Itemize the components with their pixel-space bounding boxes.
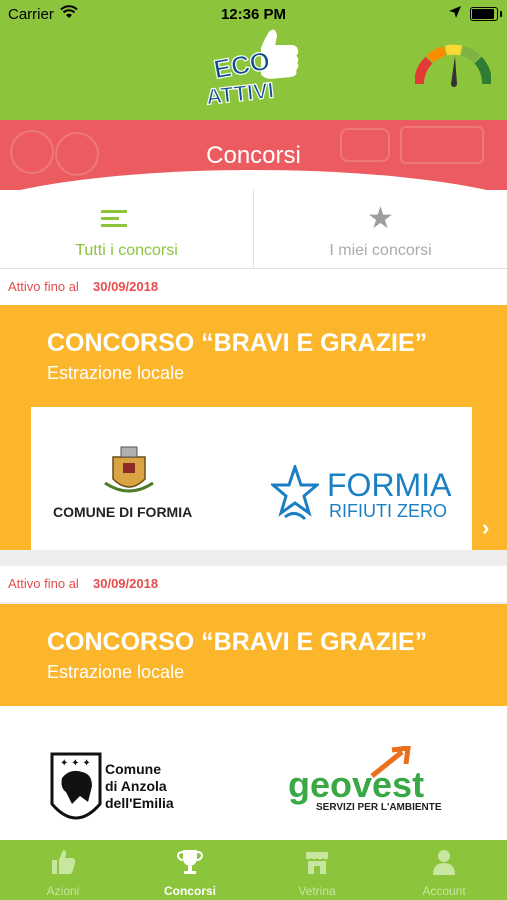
- contest-sponsor-logos: ✦ ✦ ✦ Comune di Anzola dell'Emilia geove…: [0, 706, 507, 840]
- contest-card[interactable]: CONCORSO “BRAVI E GRAZIE” Estrazione loc…: [0, 305, 507, 550]
- sponsor-right-name: FORMIA: [327, 467, 452, 503]
- nav-label-account: Account: [422, 884, 466, 898]
- contest-subtitle: Estrazione locale: [47, 363, 185, 383]
- sponsor-left-line2: di Anzola: [105, 778, 167, 794]
- nav-item-concorsi[interactable]: Concorsi: [127, 840, 253, 900]
- thumbs-up-icon: [52, 850, 76, 874]
- shop-icon: [306, 852, 328, 874]
- nav-label-azioni: Azioni: [46, 884, 80, 898]
- sponsor-right-tagline: SERVIZI PER L'AMBIENTE: [316, 802, 442, 813]
- bottom-nav: Azioni Concorsi Vetrina Account: [0, 840, 507, 900]
- location-arrow-icon: [449, 6, 461, 18]
- formia-coat-of-arms-icon: [104, 446, 154, 493]
- tab-all-contests[interactable]: Tutti i concorsi: [0, 190, 254, 268]
- nav-label-vetrina: Vetrina: [298, 884, 336, 898]
- user-icon: [433, 850, 455, 875]
- eco-gauge-icon: [415, 44, 491, 87]
- app-header: Carrier 12:36 PM ECO ATTIVI: [0, 0, 507, 120]
- svg-text:✦ ✦ ✦: ✦ ✦ ✦: [60, 758, 91, 769]
- validity-prefix: Attivo fino al: [8, 576, 79, 591]
- validity-date: 30/09/2018: [93, 576, 159, 591]
- tab-my-contests-label: I miei concorsi: [329, 242, 432, 259]
- sponsor-left-name: COMUNE DI FORMIA: [53, 504, 193, 520]
- tab-bar: Tutti i concorsi ★ I miei concorsi: [0, 190, 507, 269]
- validity-prefix: Attivo fino al: [8, 279, 79, 294]
- chevron-right-icon[interactable]: ›: [482, 515, 489, 541]
- contest-title: CONCORSO “BRAVI E GRAZIE”: [47, 329, 428, 357]
- nav-item-vetrina[interactable]: Vetrina: [254, 840, 380, 900]
- contest-validity: Attivo fino al 30/09/2018: [0, 269, 507, 305]
- star-flower-logo-icon: [271, 465, 319, 521]
- battery-icon: [470, 7, 502, 21]
- nav-label-concorsi: Concorsi: [163, 884, 216, 898]
- page-title: Concorsi: [206, 142, 301, 169]
- sponsor-left-line1: Comune: [105, 761, 161, 777]
- trophy-icon: [177, 850, 203, 874]
- list-icon: [101, 210, 127, 228]
- validity-date: 30/09/2018: [93, 279, 159, 294]
- tab-my-contests[interactable]: ★ I miei concorsi: [254, 190, 507, 268]
- status-bar: Carrier 12:36 PM: [0, 0, 507, 28]
- nav-item-azioni[interactable]: Azioni: [0, 840, 126, 900]
- nav-item-account[interactable]: Account: [381, 840, 507, 900]
- tab-all-contests-label: Tutti i concorsi: [75, 242, 178, 259]
- contest-sponsor-logos: COMUNE DI FORMIA FORMIA RIFIUTI ZERO: [31, 407, 472, 550]
- sponsor-right-tagline: RIFIUTI ZERO: [329, 501, 447, 521]
- contest-card[interactable]: CONCORSO “BRAVI E GRAZIE” Estrazione loc…: [0, 604, 507, 706]
- anzola-coat-of-arms-icon: ✦ ✦ ✦: [50, 752, 102, 820]
- star-icon: ★: [367, 202, 394, 235]
- sponsor-left-line3: dell'Emilia: [105, 795, 174, 811]
- contest-validity: Attivo fino al 30/09/2018: [0, 566, 507, 602]
- contest-title: CONCORSO “BRAVI E GRAZIE”: [47, 628, 428, 656]
- status-time: 12:36 PM: [220, 6, 287, 23]
- eco-attivi-logo: ECO ATTIVI: [204, 29, 299, 108]
- contest-subtitle: Estrazione locale: [47, 662, 185, 682]
- arrow-up-right-icon: [370, 746, 411, 778]
